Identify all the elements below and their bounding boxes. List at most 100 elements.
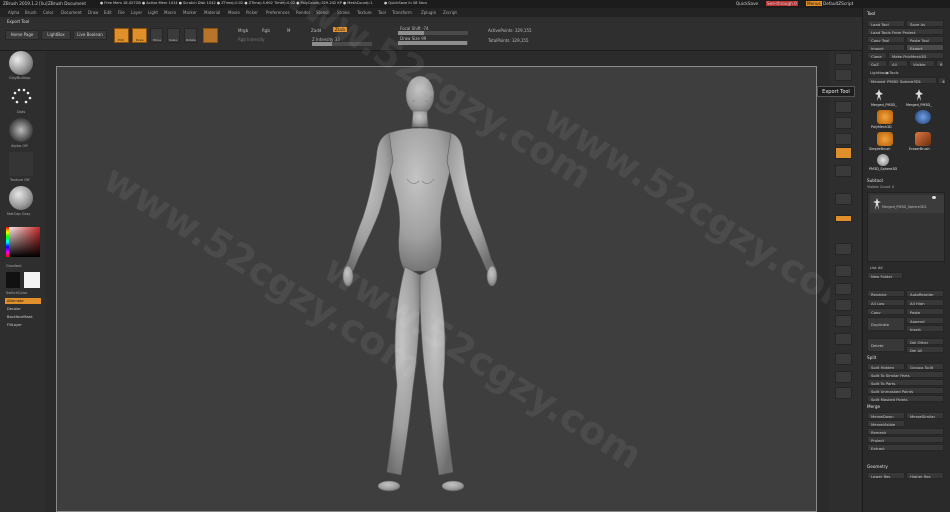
live-boolean-button[interactable]: Live Boolean bbox=[73, 30, 107, 40]
import-button[interactable]: Import bbox=[867, 44, 905, 51]
backface-mask-button[interactable]: BackfaceMask bbox=[5, 314, 41, 320]
split-to-similar-parts-button[interactable]: Split To Similar Parts bbox=[867, 371, 944, 378]
tool-thumb-figure-2[interactable] bbox=[911, 88, 927, 102]
groups-split-button[interactable]: Groups Split bbox=[906, 363, 944, 370]
xyz-button[interactable] bbox=[835, 215, 852, 222]
edit-mode-button[interactable]: Edit bbox=[114, 28, 129, 43]
all-high-button[interactable]: All High bbox=[906, 299, 944, 306]
extract-button[interactable]: Extract bbox=[867, 444, 944, 451]
canvas-viewport[interactable] bbox=[56, 66, 817, 512]
split-to-parts-button[interactable]: Split To Parts bbox=[867, 379, 944, 386]
menu-transform[interactable]: Transform bbox=[392, 10, 412, 15]
merge-down-button[interactable]: MergeDown bbox=[867, 412, 905, 419]
secondary-color-swatch[interactable] bbox=[6, 272, 20, 288]
menu-layer[interactable]: Layer bbox=[131, 10, 142, 15]
persp-button[interactable] bbox=[835, 147, 852, 159]
decolor-button[interactable]: Decolor bbox=[5, 306, 41, 312]
del-all-button[interactable]: Del All bbox=[906, 346, 944, 353]
goz-button[interactable]: GoZ bbox=[867, 60, 887, 67]
alpha-preview-icon[interactable] bbox=[9, 118, 33, 142]
append-button[interactable]: Append bbox=[906, 317, 944, 324]
subtool-list[interactable]: Merged_PM3D_Sphere3D1 bbox=[867, 192, 945, 262]
rgb-toggle[interactable]: Rgb bbox=[262, 28, 270, 33]
menu-color[interactable]: Color bbox=[43, 10, 53, 15]
menu-zplugin[interactable]: Zplugin bbox=[421, 10, 436, 15]
load-tool-button[interactable]: Load Tool bbox=[867, 20, 905, 27]
local-button[interactable] bbox=[835, 193, 852, 205]
menu-marker[interactable]: Marker bbox=[183, 10, 197, 15]
project-button[interactable]: Project bbox=[867, 436, 944, 443]
save-as-button[interactable]: Save As bbox=[906, 20, 944, 27]
alternate-button[interactable]: Alternate bbox=[5, 298, 41, 304]
polyf-button[interactable] bbox=[835, 315, 852, 327]
merge-header[interactable]: Merge bbox=[867, 404, 880, 409]
delete-button[interactable]: Delete bbox=[867, 338, 905, 352]
move-mode-button[interactable]: Move bbox=[150, 28, 163, 43]
move-view-button[interactable] bbox=[835, 265, 852, 277]
draw-mode-button[interactable]: Draw bbox=[132, 28, 147, 43]
polymesh-thumb-icon[interactable] bbox=[877, 110, 893, 124]
menu-zscript[interactable]: Zscript bbox=[443, 10, 457, 15]
higher-res-button[interactable]: Higher Res bbox=[906, 472, 944, 479]
m-toggle[interactable]: M bbox=[287, 28, 290, 33]
menu-draw[interactable]: Draw bbox=[88, 10, 98, 15]
quicksave-button[interactable]: QuickSave bbox=[736, 1, 758, 6]
lower-res-button[interactable]: Lower Res bbox=[867, 472, 905, 479]
eye-icon[interactable] bbox=[932, 196, 936, 199]
current-tool-slider[interactable]: Merged_PM3D_Sphere3D1 bbox=[867, 77, 937, 84]
default-zscript-button[interactable]: DefaultZScript bbox=[823, 1, 853, 6]
merge-similar-button[interactable]: MergeSimilar bbox=[906, 412, 944, 419]
visible-button[interactable]: Visible bbox=[909, 60, 935, 67]
scale-mode-button[interactable]: Scale bbox=[167, 28, 180, 43]
copy-tool-button[interactable]: Copy Tool bbox=[867, 36, 905, 43]
split-header[interactable]: Split bbox=[867, 355, 876, 360]
menus-toggle[interactable]: Menus bbox=[806, 1, 822, 6]
subtool-row[interactable]: Merged_PM3D_Sphere3D1 bbox=[870, 195, 944, 213]
main-color-swatch[interactable] bbox=[24, 272, 40, 288]
menu-alpha[interactable]: Alpha bbox=[8, 10, 19, 15]
eraser-brush-thumb-icon[interactable] bbox=[915, 132, 931, 146]
color-picker[interactable] bbox=[6, 227, 40, 257]
insert-button[interactable]: Insert bbox=[906, 325, 944, 332]
rotate-view-button[interactable] bbox=[835, 299, 852, 311]
menu-movie[interactable]: Movie bbox=[228, 10, 240, 15]
xpose-button[interactable] bbox=[835, 387, 852, 399]
split-masked-points-button[interactable]: Split Masked Points bbox=[867, 395, 944, 402]
material-preview-icon[interactable] bbox=[203, 28, 218, 43]
lightbox-tools-button[interactable]: Lightbox▶Tools bbox=[867, 69, 944, 76]
floor-button[interactable] bbox=[835, 165, 852, 177]
menu-document[interactable]: Document bbox=[61, 10, 82, 15]
new-folder-button[interactable]: New Folder bbox=[867, 272, 903, 279]
menu-picker[interactable]: Picker bbox=[246, 10, 258, 15]
mrgb-toggle[interactable]: Mrgb bbox=[238, 28, 248, 33]
lightbox-button[interactable]: LightBox bbox=[41, 30, 71, 40]
merge-visible-button[interactable]: MergeVisible bbox=[867, 420, 905, 427]
sphere-thumb-icon[interactable] bbox=[915, 110, 931, 124]
home-page-button[interactable]: Home Page bbox=[5, 30, 39, 40]
switch-color-button[interactable]: SwitchColor bbox=[6, 291, 27, 295]
load-tools-from-project-button[interactable]: Load Tools From Project bbox=[867, 28, 944, 35]
list-all-button[interactable]: List All bbox=[867, 264, 901, 271]
transp-button[interactable] bbox=[835, 333, 852, 345]
clone-button[interactable]: Clone bbox=[867, 52, 887, 59]
subtool-header[interactable]: Subtool bbox=[867, 178, 883, 183]
rename-button[interactable]: Rename bbox=[867, 290, 905, 297]
split-unmasked-points-button[interactable]: Split Unmasked Points bbox=[867, 387, 944, 394]
stroke-preview-icon[interactable] bbox=[9, 84, 33, 108]
scale-view-button[interactable] bbox=[835, 283, 852, 295]
paste-tool-button[interactable]: Paste Tool bbox=[906, 36, 944, 43]
ghost-button[interactable] bbox=[835, 353, 852, 365]
export-button[interactable]: Export bbox=[906, 44, 944, 51]
r-button[interactable]: R bbox=[936, 60, 944, 67]
menu-edit[interactable]: Edit bbox=[104, 10, 112, 15]
hue-strip[interactable] bbox=[6, 227, 9, 257]
duplicate-button[interactable]: Duplicate bbox=[867, 317, 905, 331]
autoreorder-button[interactable]: AutoReorder bbox=[906, 290, 944, 297]
rotate-mode-button[interactable]: Rotate bbox=[184, 28, 197, 43]
texture-preview-icon[interactable] bbox=[9, 152, 33, 176]
menu-macro[interactable]: Macro bbox=[164, 10, 176, 15]
all-button[interactable]: All bbox=[888, 60, 908, 67]
spix-button[interactable] bbox=[835, 69, 852, 81]
make-polymesh-button[interactable]: Make PolyMesh3D bbox=[888, 52, 944, 59]
del-other-button[interactable]: Del Other bbox=[906, 338, 944, 345]
